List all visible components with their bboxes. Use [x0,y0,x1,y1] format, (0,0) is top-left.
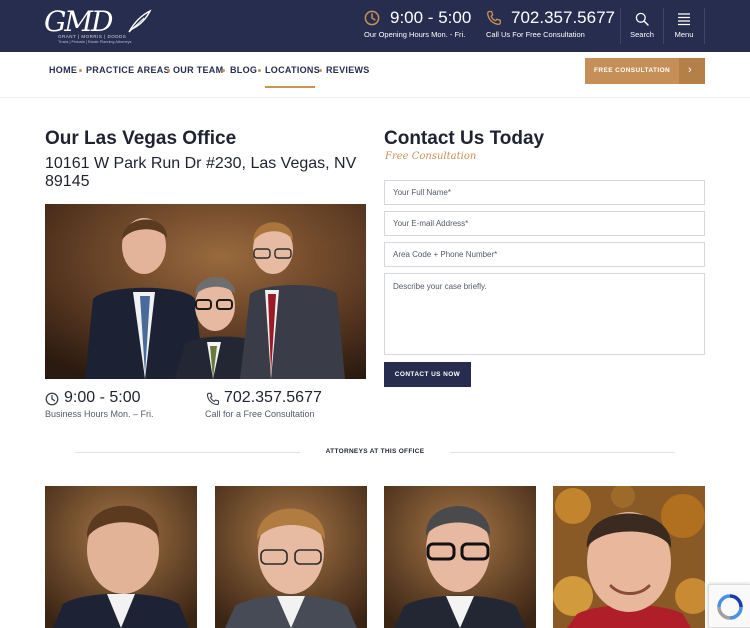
attorney-card[interactable] [45,486,197,628]
phone-icon [487,10,501,25]
site-logo[interactable]: GMD GRANT | MORRIS | DODDS Trusts | Prob… [44,5,154,45]
attorney-card[interactable] [384,486,536,628]
search-button[interactable]: Search [622,10,662,42]
logo-names: GRANT | MORRIS | DODDS [58,34,127,39]
top-bar: GMD GRANT | MORRIS | DODDS Trusts | Prob… [0,0,750,52]
attorney-card[interactable] [215,486,367,628]
contact-us-now-button[interactable]: CONTACT US NOW [384,362,471,387]
nav-divider [0,97,750,98]
case-description-field[interactable] [384,273,705,355]
nav-item-our-team[interactable]: OUR TEAM [173,65,223,75]
search-icon [635,12,649,26]
recaptcha-icon [717,594,743,620]
attorney-photo [384,486,536,628]
clock-icon [364,10,380,26]
nav-item-reviews[interactable]: REVIEWS [326,65,370,75]
office-phone-caption: Call for a Free Consultation [205,409,315,419]
office-hours-caption: Business Hours Mon. – Fri. [45,409,154,419]
divider [450,452,675,453]
office-phone[interactable]: 702.357.5677 Call for a Free Consultatio… [205,389,365,423]
contact-us-now-label: CONTACT US NOW [394,371,461,378]
office-phone-number[interactable]: 702.357.5677 [224,389,322,407]
menu-button[interactable]: Menu [664,10,704,42]
office-hours-value: 9:00 - 5:00 [64,389,141,406]
office-address: 10161 W Park Run Dr #230, Las Vegas, NV … [45,155,357,190]
nav-item-locations[interactable]: LOCATIONS [265,65,320,75]
office-hours: 9:00 - 5:00 Business Hours Mon. – Fri. [45,389,195,423]
attorneys-heading: ATTORNEYS AT THIS OFFICE [325,448,425,455]
nav-item-practice-areas[interactable]: PRACTICE AREAS [86,65,170,75]
search-label: Search [630,30,654,39]
divider [704,8,705,44]
nav-separator-dot [79,69,82,72]
header-hours: 9:00 - 5:00 Our Opening Hours Mon. - Fri… [362,8,472,44]
nav-separator-dot [167,69,170,72]
nav-item-home[interactable]: HOME [49,65,77,75]
contact-title: Contact Us Today [384,128,545,149]
chevron-right-icon: › [688,64,692,76]
feather-icon [128,9,152,33]
free-consultation-label: FREE CONSULTATION [594,67,671,74]
page-title: Our Las Vegas Office [45,128,237,149]
phone-icon [206,392,220,406]
cta-arrow-box: › [679,58,705,84]
hamburger-icon [678,13,690,26]
attorney-photo [553,486,705,628]
header-phone-caption: Call Us For Free Consultation [486,30,585,39]
clock-icon [45,392,59,406]
contact-subtitle: Free Consultation [385,151,477,162]
full-name-field[interactable] [384,180,705,205]
logo-tagline: Trusts | Probate | Estate Planning Attor… [58,40,132,44]
recaptcha-badge[interactable] [708,584,750,628]
nav-item-blog[interactable]: BLOG [230,65,257,75]
menu-label: Menu [674,30,694,39]
nav-active-indicator [265,86,315,88]
header-hours-value: 9:00 - 5:00 [390,8,472,27]
attorney-photo [45,486,197,628]
divider [75,452,300,453]
header-hours-caption: Our Opening Hours Mon. - Fri. [364,30,466,39]
attorney-card[interactable] [553,486,705,628]
divider [620,8,621,44]
nav-separator-dot [319,69,322,72]
nav-separator-dot [258,69,261,72]
header-phone[interactable]: 702.357.5677 Call Us For Free Consultati… [484,8,615,44]
team-photo [45,204,366,379]
attorney-photo [215,486,367,628]
header-phone-number[interactable]: 702.357.5677 [511,8,615,28]
nav-separator-dot [222,69,225,72]
phone-field[interactable] [384,242,705,267]
free-consultation-button[interactable]: FREE CONSULTATION › [585,58,705,84]
email-field[interactable] [384,211,705,236]
